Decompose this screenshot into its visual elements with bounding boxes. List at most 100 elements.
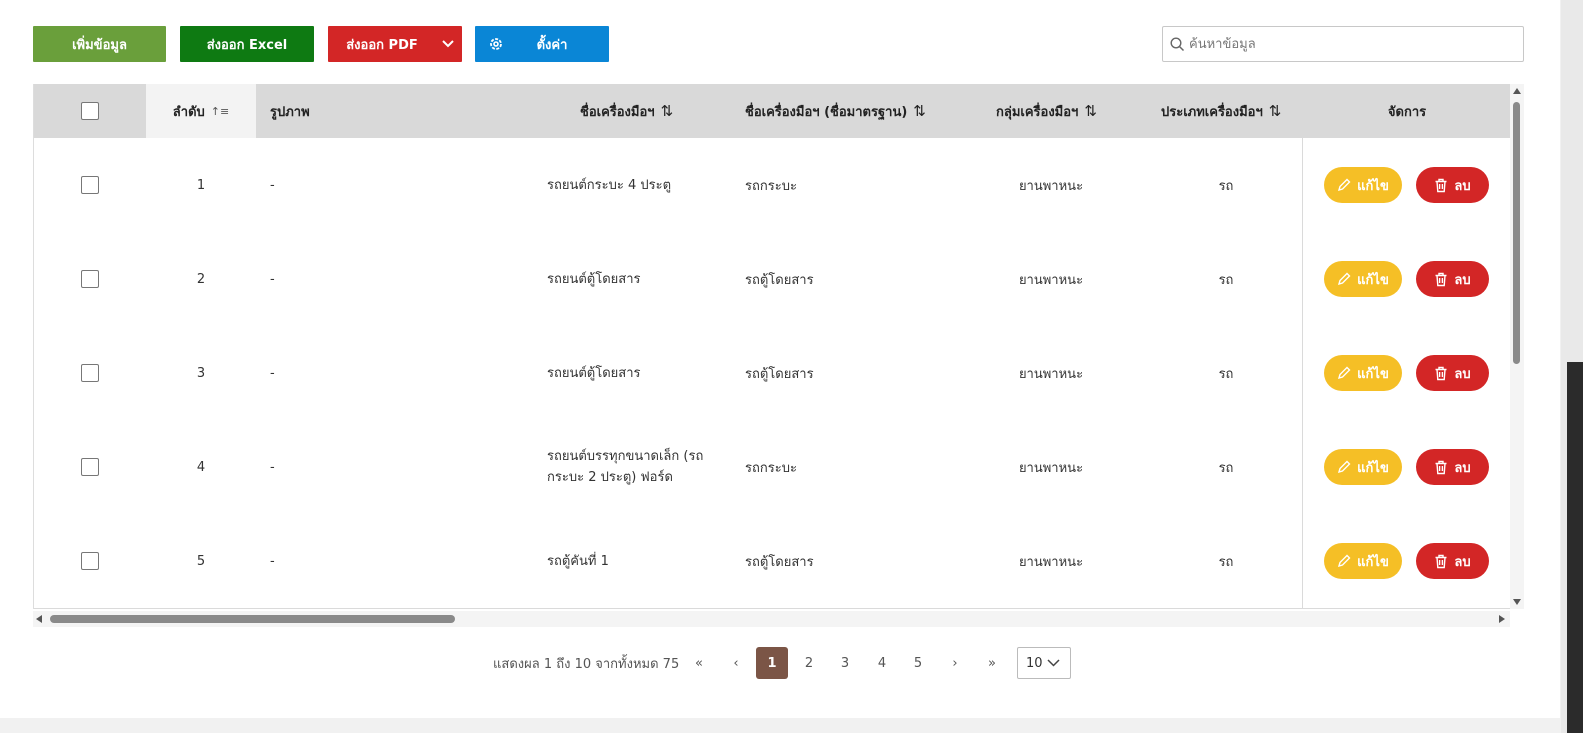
scroll-down-icon[interactable] [1513,599,1521,605]
add-data-button[interactable]: เพิ่มข้อมูล [33,26,166,62]
gear-icon [490,38,502,50]
header-tool-name-standard-label: ชื่อเครื่องมือฯ (ชื่อมาตรฐาน) [745,104,908,120]
header-order-label: ลำดับ [172,104,205,120]
delete-label: ลบ [1454,178,1471,194]
row-order: 1 [196,177,206,193]
row-tool-group: ยานพาหนะ [1018,178,1084,194]
pencil-icon [1338,366,1351,380]
pencil-icon [1338,554,1351,568]
vertical-scroll-thumb[interactable] [1513,102,1520,364]
row-tool-name: รถยนต์ตู้โดยสาร [547,271,641,287]
row-tool-name: รถยนต์ตู้โดยสาร [547,365,641,381]
row-checkbox[interactable] [81,176,99,194]
row-image: - [270,365,275,381]
row-checkbox[interactable] [81,458,99,476]
export-excel-button[interactable]: ส่งออก Excel [180,26,314,62]
header-tool-name[interactable]: ชื่อเครื่องมือฯ ⇅ [580,84,740,138]
search-icon [1170,37,1185,52]
edit-label: แก้ไข [1357,554,1389,570]
edit-button[interactable]: แก้ไข [1324,543,1402,579]
row-checkbox[interactable] [81,270,99,288]
scroll-right-icon[interactable] [1499,615,1505,623]
delete-button[interactable]: ลบ [1416,355,1489,391]
header-image: รูปภาพ [270,84,470,138]
row-tool-type: รถ [1218,460,1234,476]
delete-button[interactable]: ลบ [1416,543,1489,579]
content-card: เพิ่มข้อมูล ส่งออก Excel ส่งออก PDF ตั้ง… [0,0,1560,718]
header-tool-name-standard[interactable]: ชื่อเครื่องมือฯ (ชื่อมาตรฐาน) ⇅ [745,84,975,138]
header-order[interactable]: ลำดับ ↑≡ [146,84,256,138]
scroll-up-icon[interactable] [1513,88,1521,94]
delete-label: ลบ [1454,554,1471,570]
vertical-scrollbar[interactable] [1510,84,1524,609]
row-tool-type: รถ [1218,272,1234,288]
delete-label: ลบ [1454,366,1471,382]
page-button-3[interactable]: 3 [829,647,861,679]
row-tool-group: ยานพาหนะ [1018,272,1084,288]
last-page-button[interactable]: » [976,647,1008,679]
header-tool-group[interactable]: กลุ่มเครื่องมือฯ ⇅ [996,84,1146,138]
pencil-icon [1338,460,1351,474]
export-excel-label: ส่งออก Excel [206,37,288,53]
row-tool-name-standard: รถกระบะ [745,460,797,476]
delete-button[interactable]: ลบ [1416,167,1489,203]
pagination-info: แสดงผล 1 ถึง 10 จากทั้งหมด 75 [493,656,680,672]
window-edge-dark [1567,362,1583,733]
row-tool-type: รถ [1218,178,1234,194]
delete-label: ลบ [1454,272,1471,288]
sort-icon: ⇅ [913,102,925,120]
scroll-left-icon[interactable] [36,615,42,623]
page-button-1[interactable]: 1 [756,647,788,679]
row-order: 4 [196,459,206,475]
row-select-cell [34,326,146,420]
row-select-cell [34,138,146,232]
header-tool-name-label: ชื่อเครื่องมือฯ [580,104,655,120]
edit-label: แก้ไข [1357,366,1389,382]
trash-icon [1435,366,1447,380]
header-tool-group-label: กลุ่มเครื่องมือฯ [996,104,1079,120]
search-input[interactable] [1189,27,1509,61]
table-header: ลำดับ ↑≡ รูปภาพ ชื่อเครื่องมือฯ ⇅ ชื่อเค… [34,84,1511,138]
row-checkbox[interactable] [81,552,99,570]
page-button-4[interactable]: 4 [866,647,898,679]
edit-button[interactable]: แก้ไข [1324,167,1402,203]
edit-button[interactable]: แก้ไข [1324,261,1402,297]
row-order: 2 [196,271,206,287]
row-tool-name-standard: รถตู้โดยสาร [745,554,814,570]
page-button-2[interactable]: 2 [793,647,825,679]
table-row: 3 - รถยนต์ตู้โดยสาร รถตู้โดยสาร ยานพาหนะ… [34,326,1511,421]
search-box [1162,26,1524,62]
table-row: 2 - รถยนต์ตู้โดยสาร รถตู้โดยสาร ยานพาหนะ… [34,232,1511,327]
edit-label: แก้ไข [1357,460,1389,476]
select-all-checkbox[interactable] [81,102,99,120]
table-row: 5 - รถตู้คันที่ 1 รถตู้โดยสาร ยานพาหนะ ร… [34,514,1511,609]
settings-button[interactable]: ตั้งค่า [475,26,609,62]
delete-button[interactable]: ลบ [1416,449,1489,485]
prev-page-button[interactable]: ‹ [720,647,752,679]
edit-button[interactable]: แก้ไข [1324,449,1402,485]
export-pdf-button[interactable]: ส่งออก PDF [328,26,462,62]
row-order: 5 [196,553,206,569]
horizontal-scroll-thumb[interactable] [50,615,455,623]
row-checkbox[interactable] [81,364,99,382]
first-page-button[interactable]: « [683,647,715,679]
page-size-select[interactable]: 10 [1017,647,1071,679]
row-tool-type: รถ [1218,554,1234,570]
sort-icon: ⇅ [1268,102,1281,120]
trash-icon [1435,272,1447,286]
header-tool-type[interactable]: ประเภทเครื่องมือฯ ⇅ [1161,84,1311,138]
header-manage: จัดการ [1303,84,1511,138]
edit-button[interactable]: แก้ไข [1324,355,1402,391]
page-button-5[interactable]: 5 [902,647,934,679]
sort-asc-icon: ↑≡ [210,104,230,118]
export-pdf-label: ส่งออก PDF [346,37,418,53]
row-tool-name: รถยนต์บรรทุกขนาดเล็ก (รถกระบะ 2 ประตู) ฟ… [547,449,704,485]
pencil-icon [1338,272,1351,286]
next-page-button[interactable]: › [939,647,971,679]
horizontal-scrollbar[interactable] [33,611,1510,627]
delete-button[interactable]: ลบ [1416,261,1489,297]
row-tool-name: รถยนต์กระบะ 4 ประตู [547,177,672,193]
row-tool-name-standard: รถกระบะ [745,178,797,194]
export-pdf-dropdown-toggle[interactable] [434,26,462,62]
row-image: - [270,553,275,569]
